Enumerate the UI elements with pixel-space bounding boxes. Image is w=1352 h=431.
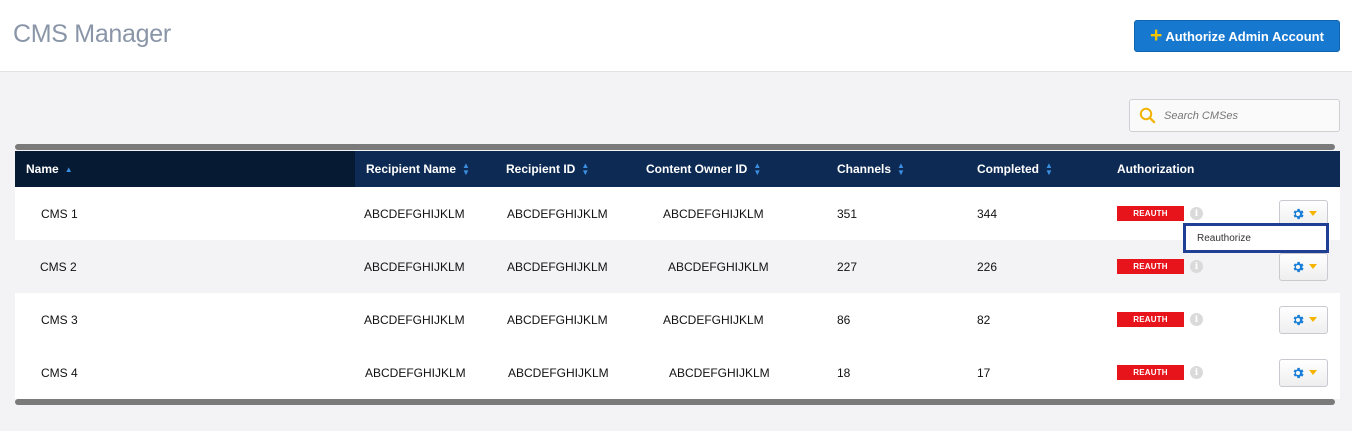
info-icon[interactable]: i (1190, 366, 1203, 379)
cell-completed: 344 (977, 206, 998, 221)
sort-icon: ▲ ▼ (1045, 161, 1053, 177)
row-actions-dropdown: Reauthorize (1183, 223, 1329, 253)
authorize-admin-account-button[interactable]: + Authorize Admin Account (1134, 20, 1340, 52)
table-row: CMS 4 ABCDEFGHIJKLM ABCDEFGHIJKLM ABCDEF… (15, 346, 1340, 399)
search-icon (1130, 107, 1164, 124)
cell-recipient-name: ABCDEFGHIJKLM (364, 312, 465, 327)
column-header-channels[interactable]: Channels ▲ ▼ (837, 151, 905, 187)
column-header-content-owner-id[interactable]: Content Owner ID ▲ ▼ (646, 151, 761, 187)
cell-content-owner-id: ABCDEFGHIJKLM (663, 206, 764, 221)
sort-icon: ▲ ▼ (581, 161, 590, 177)
cell-recipient-id: ABCDEFGHIJKLM (507, 259, 608, 274)
sort-asc-icon: ▲ (64, 164, 73, 174)
table-scrollbar-top[interactable] (15, 144, 1335, 150)
table-header: Name ▲ Recipient Name ▲ ▼ Recipient ID ▲ ▼… (15, 151, 1340, 187)
cell-recipient-name: ABCDEFGHIJKLM (364, 206, 465, 221)
chevron-down-icon (1308, 264, 1317, 269)
cell-recipient-id: ABCDEFGHIJKLM (507, 312, 608, 327)
menu-item-reauthorize[interactable]: Reauthorize (1197, 233, 1251, 244)
sort-icon: ▲ ▼ (897, 161, 905, 177)
cell-name: CMS 2 (40, 259, 77, 274)
column-header-completed[interactable]: Completed ▲ ▼ (977, 151, 1053, 187)
cell-recipient-name: ABCDEFGHIJKLM (364, 259, 465, 274)
cell-channels: 227 (837, 259, 858, 274)
cell-channels: 351 (837, 206, 858, 221)
cell-completed: 17 (977, 365, 991, 380)
gear-icon (1293, 261, 1304, 272)
chevron-down-icon (1308, 211, 1317, 216)
cell-actions (1279, 293, 1328, 346)
search-box[interactable] (1129, 99, 1340, 132)
cell-content-owner-id: ABCDEFGHIJKLM (669, 365, 770, 380)
gear-icon (1293, 208, 1304, 219)
column-header-name[interactable]: Name ▲ (26, 151, 73, 187)
info-icon[interactable]: i (1190, 207, 1203, 220)
status-badge: REAUTH (1117, 365, 1184, 380)
cell-completed: 226 (977, 259, 998, 274)
row-actions-button[interactable] (1279, 358, 1328, 387)
cell-content-owner-id: ABCDEFGHIJKLM (668, 259, 769, 274)
cell-authorization: REAUTH i (1117, 293, 1203, 346)
chevron-down-icon (1308, 317, 1317, 322)
column-header-authorization: Authorization (1117, 162, 1195, 176)
cell-content-owner-id: ABCDEFGHIJKLM (663, 312, 764, 327)
plus-icon: + (1150, 23, 1163, 47)
page-title: CMS Manager (13, 20, 171, 48)
info-icon[interactable]: i (1190, 313, 1203, 326)
cell-name: CMS 3 (41, 312, 78, 327)
cell-authorization: REAUTH i (1117, 346, 1203, 399)
search-input[interactable] (1164, 109, 1324, 122)
cms-table: Name ▲ Recipient Name ▲ ▼ Recipient ID ▲ ▼… (15, 151, 1340, 399)
info-icon[interactable]: i (1190, 260, 1203, 273)
chevron-down-icon (1308, 370, 1317, 375)
cell-completed: 82 (977, 312, 991, 327)
sort-icon: ▲ ▼ (753, 161, 762, 177)
table-scrollbar-bottom[interactable] (15, 399, 1335, 405)
column-header-recipient-name[interactable]: Recipient Name ▲ ▼ (366, 151, 470, 187)
cell-recipient-name: ABCDEFGHIJKLM (365, 365, 466, 380)
gear-icon (1293, 367, 1304, 378)
cell-recipient-id: ABCDEFGHIJKLM (507, 206, 608, 221)
sort-icon: ▲ ▼ (462, 161, 470, 177)
cell-name: CMS 1 (41, 206, 78, 221)
table-row: CMS 3 ABCDEFGHIJKLM ABCDEFGHIJKLM ABCDEF… (15, 293, 1340, 346)
page-header: CMS Manager + Authorize Admin Account (0, 0, 1352, 72)
column-header-recipient-id[interactable]: Recipient ID ▲ ▼ (506, 151, 589, 187)
cell-actions (1279, 346, 1328, 399)
status-badge: REAUTH (1117, 259, 1184, 274)
cell-recipient-id: ABCDEFGHIJKLM (508, 365, 609, 380)
cell-channels: 86 (837, 312, 851, 327)
status-badge: REAUTH (1117, 206, 1184, 221)
row-actions-button[interactable] (1279, 252, 1328, 281)
table-row: CMS 2 ABCDEFGHIJKLM ABCDEFGHIJKLM ABCDEF… (15, 240, 1340, 293)
cell-name: CMS 4 (41, 365, 78, 380)
status-badge: REAUTH (1117, 312, 1184, 327)
authorize-admin-account-label: Authorize Admin Account (1165, 28, 1324, 44)
row-actions-button[interactable] (1279, 305, 1328, 334)
table-row: CMS 1 ABCDEFGHIJKLM ABCDEFGHIJKLM ABCDEF… (15, 187, 1340, 240)
gear-icon (1293, 314, 1304, 325)
cell-channels: 18 (837, 365, 851, 380)
